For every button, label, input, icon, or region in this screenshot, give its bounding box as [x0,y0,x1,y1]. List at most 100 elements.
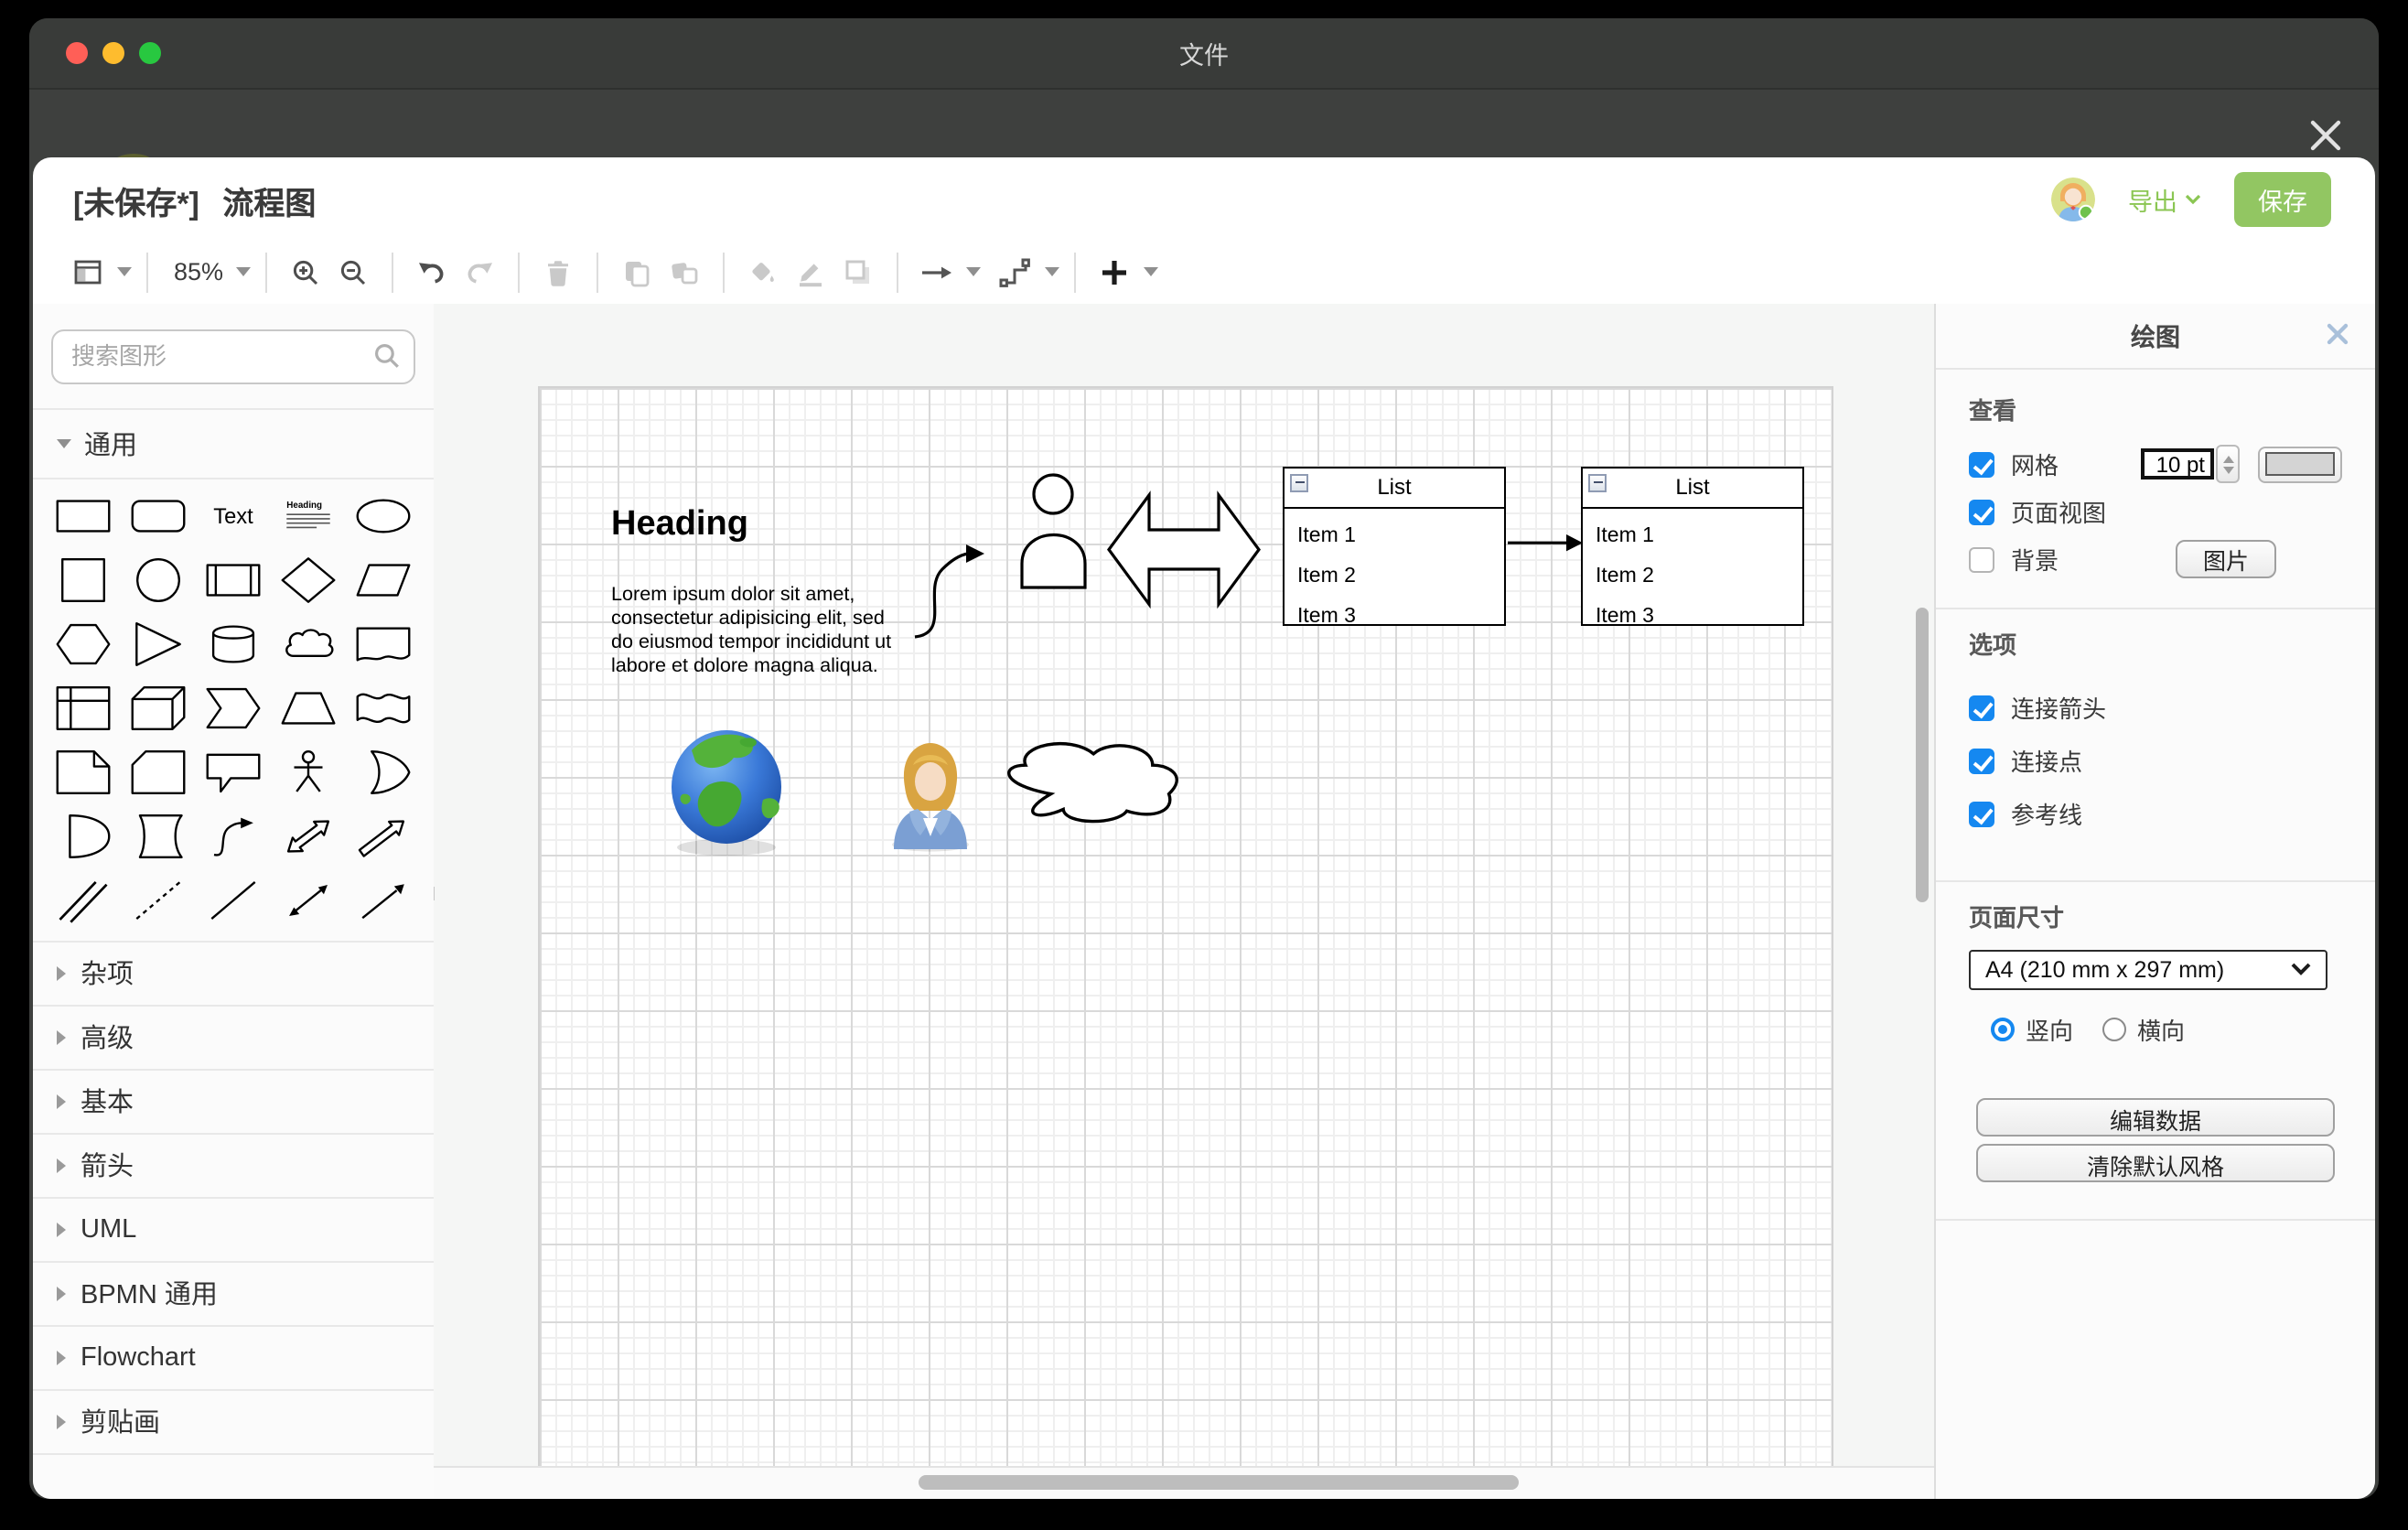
shape-text[interactable]: Text [196,490,271,541]
zoom-level[interactable]: 85% [174,258,223,286]
chevron-down-icon[interactable] [966,267,981,276]
collapse-icon[interactable] [1290,473,1308,491]
shape-parallelogram[interactable] [346,554,421,605]
shape-ellipse[interactable] [346,490,421,541]
portrait-radio[interactable] [1991,1017,2015,1040]
panel-close-icon[interactable] [2326,321,2349,345]
chevron-down-icon[interactable] [1045,267,1059,276]
chevron-down-icon[interactable] [117,267,132,276]
shape-process[interactable] [196,554,271,605]
background-image-button[interactable]: 图片 [2176,540,2276,578]
list-shape[interactable]: List Item 1 Item 2 Item 3 [1283,466,1506,625]
shape-triangle[interactable] [121,618,196,669]
shape-cloud[interactable] [271,618,346,669]
shape-curve[interactable] [196,810,271,861]
shape-hexagon[interactable] [46,618,121,669]
close-icon[interactable] [2306,115,2346,156]
grid-size-input[interactable] [2141,448,2214,479]
guides-checkbox[interactable] [1969,801,1994,826]
horizontal-scrollbar-thumb[interactable] [919,1475,1519,1490]
export-button[interactable]: 导出 [2128,180,2201,217]
page-size-select[interactable]: A4 (210 mm x 297 mm) [1969,949,2327,989]
shape-bidirectional-arrow[interactable] [271,810,346,861]
line-color-button[interactable] [790,248,831,296]
list-item[interactable]: Item 2 [1596,555,1802,596]
canvas-heading-text[interactable]: Heading [611,504,748,544]
shape-dashed-line[interactable] [121,874,196,925]
sidebar-category[interactable]: Flowchart [33,1324,434,1388]
shape-actor[interactable] [271,746,346,797]
sidebar-resize-handle[interactable]: ‖ [434,885,435,905]
copy-style-button[interactable] [664,248,704,296]
shape-and[interactable] [46,810,121,861]
shape-bidirectional-connector[interactable] [271,874,346,925]
chevron-down-icon[interactable] [236,267,251,276]
shape-internal-storage[interactable] [46,682,121,733]
shape-step[interactable] [196,682,271,733]
background-checkbox[interactable] [1969,546,1994,572]
minimize-traffic-light[interactable] [102,42,124,64]
shape-callout[interactable] [196,746,271,797]
zoom-in-button[interactable] [285,248,326,296]
sidebar-category[interactable]: 基本 [33,1068,434,1132]
user-avatar[interactable] [2051,177,2095,221]
page-view-checkbox[interactable] [1969,499,1994,524]
shape-card[interactable] [121,746,196,797]
shape-cylinder[interactable] [196,618,271,669]
shape-trapezoid[interactable] [271,682,346,733]
list-item[interactable]: Item 1 [1596,515,1802,555]
shape-document[interactable] [346,618,421,669]
zoom-out-button[interactable] [333,248,373,296]
list-item[interactable]: Item 3 [1596,596,1802,636]
redo-button[interactable] [459,248,500,296]
shadow-button[interactable] [838,248,878,296]
grid-checkbox[interactable] [1969,451,1994,477]
sidebar-section-general[interactable]: 通用 [33,407,434,479]
maximize-traffic-light[interactable] [139,42,161,64]
grid-color-button[interactable] [2258,446,2342,482]
shape-textbox[interactable]: Heading [271,490,346,541]
shape-tape[interactable] [346,682,421,733]
connection-points-checkbox[interactable] [1969,748,1994,773]
undo-button[interactable] [412,248,452,296]
sidebar-category[interactable]: BPMN 通用 [33,1260,434,1324]
shape-line[interactable] [196,874,271,925]
waypoint-style-button[interactable] [995,248,1036,296]
shape-cube[interactable] [121,682,196,733]
shape-rectangle[interactable] [46,490,121,541]
shape-arrow[interactable] [346,810,421,861]
shape-link[interactable] [46,874,121,925]
grid-size-stepper[interactable] [2216,445,2240,483]
list-shape[interactable]: List Item 1 Item 2 Item 3 [1581,466,1804,625]
shape-note[interactable] [46,746,121,797]
vertical-scrollbar[interactable] [1916,607,1929,901]
landscape-radio[interactable] [2102,1017,2126,1040]
sidebar-category[interactable]: 剪贴画 [33,1388,434,1454]
page-view-toggle-button[interactable] [68,248,108,296]
fill-color-button[interactable] [743,248,783,296]
chevron-down-icon[interactable] [1144,267,1158,276]
shape-circle[interactable] [121,554,196,605]
diagram-canvas[interactable]: Heading Lorem ipsum dolor sit amet, cons… [434,303,1936,1499]
search-input[interactable] [51,329,415,383]
save-button[interactable]: 保存 [2234,171,2331,226]
collapse-icon[interactable] [1588,473,1607,491]
shape-diamond[interactable] [271,554,346,605]
list-item[interactable]: Item 3 [1297,596,1504,636]
edit-data-button[interactable]: 编辑数据 [1976,1097,2335,1136]
shape-data-storage[interactable] [121,810,196,861]
sidebar-category[interactable]: 高级 [33,1004,434,1068]
sidebar-category[interactable]: UML [33,1196,434,1260]
list-item[interactable]: Item 1 [1297,515,1504,555]
close-traffic-light[interactable] [66,42,88,64]
sidebar-category[interactable]: 箭头 [33,1132,434,1196]
shape-square[interactable] [46,554,121,605]
insert-button[interactable] [1094,248,1134,296]
shape-or[interactable] [346,746,421,797]
shape-directional-connector[interactable] [346,874,421,925]
sidebar-category[interactable]: 杂项 [33,940,434,1004]
clear-default-style-button[interactable]: 清除默认风格 [1976,1143,2335,1181]
connection-arrow-button[interactable] [917,248,957,296]
list-item[interactable]: Item 2 [1297,555,1504,596]
connection-arrows-checkbox[interactable] [1969,695,1994,720]
